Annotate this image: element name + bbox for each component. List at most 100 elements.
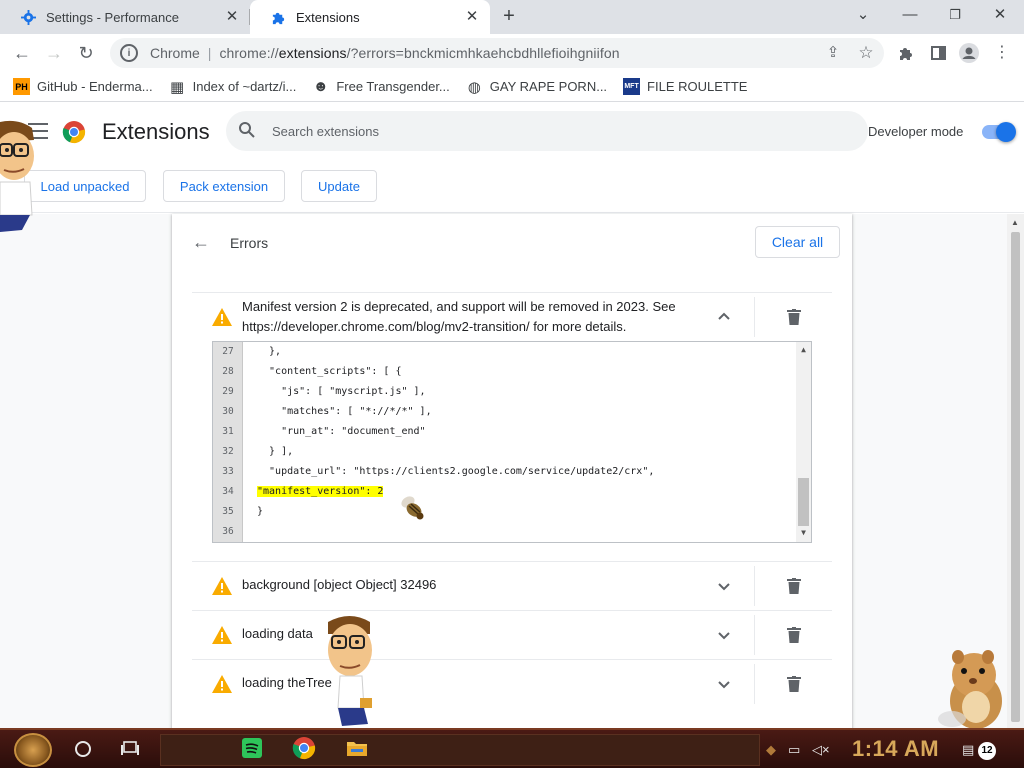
- spotify-icon[interactable]: [240, 736, 264, 760]
- toggle-knob: [996, 122, 1016, 142]
- trash-icon[interactable]: [787, 578, 801, 594]
- warning-icon: [212, 577, 232, 595]
- restore-button[interactable]: ❐: [941, 4, 969, 28]
- search-circle-icon[interactable]: [75, 741, 91, 757]
- row-divider: [754, 566, 755, 606]
- new-tab-button[interactable]: +: [498, 5, 520, 29]
- tab-settings-performance[interactable]: Settings - Performance ✕: [0, 0, 250, 34]
- bookmark-globe[interactable]: ◍ GAY RAPE PORN...: [466, 78, 607, 96]
- side-panel-icon[interactable]: [927, 42, 949, 64]
- clear-all-button[interactable]: Clear all: [755, 226, 840, 258]
- tab-title: Settings - Performance: [46, 9, 179, 25]
- trash-icon[interactable]: [787, 676, 801, 692]
- error-row[interactable]: background [object Object] 32496: [192, 562, 832, 610]
- error-message: loading data: [242, 626, 313, 641]
- gear-icon: [20, 9, 36, 25]
- close-window-button[interactable]: ✕: [986, 4, 1014, 28]
- clock[interactable]: 1:14 AM: [852, 736, 939, 762]
- ph-icon: PH: [13, 78, 30, 95]
- row-divider: [754, 297, 755, 337]
- bookmark-github[interactable]: PH GitHub - Enderma...: [13, 78, 153, 95]
- code-line: 32 } ],: [222, 446, 294, 457]
- back-arrow-icon[interactable]: ←: [192, 232, 212, 252]
- bookmark-index-dartz[interactable]: ▦ Index of ~dartz/i...: [169, 78, 296, 96]
- load-unpacked-button[interactable]: Load unpacked: [24, 170, 146, 202]
- task-view-icon[interactable]: [121, 741, 139, 757]
- omnibox-site-name: Chrome: [150, 45, 200, 61]
- bookmark-free-transgender[interactable]: ☻ Free Transgender...: [312, 78, 450, 95]
- cartoon-man-sticker: [0, 120, 40, 235]
- row-divider: [754, 664, 755, 704]
- tray-arrow-icon[interactable]: ◆: [766, 742, 776, 758]
- notification-count-badge[interactable]: 12: [978, 742, 996, 760]
- hamster-sticker: [932, 645, 1016, 731]
- code-viewer[interactable]: 27 }, 28 "content_scripts": [ { 29 "js":…: [212, 341, 812, 543]
- trash-icon[interactable]: [787, 627, 801, 643]
- code-scrollbar[interactable]: ▲ ▼: [796, 342, 811, 542]
- site-info-icon[interactable]: i: [120, 44, 138, 62]
- chrome-taskbar-icon[interactable]: [292, 736, 316, 760]
- chevron-up-icon[interactable]: [716, 309, 732, 325]
- row-divider: [754, 615, 755, 655]
- pack-extension-button[interactable]: Pack extension: [163, 170, 285, 202]
- taskbar: ◆ ▭ ◁× 1:14 AM ▤ 12: [0, 728, 1024, 768]
- cartoon-man-sticker: [320, 612, 378, 728]
- reload-button[interactable]: ↻: [74, 41, 98, 65]
- minimize-button[interactable]: —: [896, 4, 924, 28]
- chevron-down-icon[interactable]: [716, 578, 732, 594]
- warning-icon: [212, 308, 232, 326]
- scroll-up-arrow-icon[interactable]: ▲: [1011, 218, 1019, 227]
- trash-icon[interactable]: [787, 309, 801, 325]
- close-tab-icon[interactable]: ✕: [464, 9, 480, 25]
- chevron-down-icon[interactable]: [716, 676, 732, 692]
- code-line: 30 "matches": [ "*://*/*" ],: [222, 406, 432, 417]
- code-line: 35}: [222, 506, 264, 517]
- search-icon: [238, 121, 258, 141]
- developer-mode-toggle[interactable]: [982, 122, 1016, 142]
- extensions-header: Extensions Developer mode Load unpacked …: [0, 103, 1024, 213]
- code-line: 29 "js": [ "myscript.js" ],: [222, 386, 426, 397]
- notification-center-icon[interactable]: ▤: [962, 742, 974, 758]
- bookmark-star-icon[interactable]: ☆: [855, 42, 877, 64]
- chevron-down-icon[interactable]: [716, 627, 732, 643]
- bookmark-label: GitHub - Enderma...: [37, 79, 153, 94]
- bookmark-file-roulette[interactable]: MFT FILE ROULETTE: [623, 78, 747, 95]
- profile-avatar-icon[interactable]: [958, 42, 980, 64]
- close-tab-icon[interactable]: ✕: [224, 9, 240, 25]
- qr-icon: ▦: [170, 78, 185, 96]
- search-input[interactable]: [272, 123, 832, 139]
- bookmark-label: FILE ROULETTE: [647, 79, 748, 94]
- volume-muted-icon[interactable]: ◁×: [812, 742, 830, 758]
- address-bar[interactable]: i Chrome | chrome://extensions/?errors=b…: [110, 38, 884, 68]
- forward-button[interactable]: →: [42, 41, 66, 65]
- pig-icon: ☻: [312, 78, 329, 95]
- more-menu-icon[interactable]: ⋮: [991, 42, 1013, 64]
- bee-cursor-icon: [396, 492, 430, 526]
- scroll-down-arrow-icon[interactable]: ▼: [799, 528, 808, 537]
- update-button[interactable]: Update: [301, 170, 377, 202]
- file-explorer-icon[interactable]: [345, 736, 369, 760]
- error-row-expanded[interactable]: Manifest version 2 is deprecated, and su…: [192, 293, 832, 341]
- scroll-up-arrow-icon[interactable]: ▲: [799, 345, 808, 354]
- search-bar[interactable]: [226, 111, 868, 151]
- errors-title: Errors: [230, 235, 269, 251]
- warning-icon: [212, 675, 232, 693]
- bookmark-label: Free Transgender...: [336, 79, 450, 94]
- share-icon[interactable]: ⇪: [822, 42, 844, 64]
- error-row[interactable]: loading theTree: [192, 660, 832, 708]
- tab-search-icon[interactable]: ⌄: [849, 4, 877, 28]
- error-row[interactable]: loading data: [192, 611, 832, 659]
- page-title: Extensions: [102, 119, 210, 144]
- scrollbar-thumb[interactable]: [798, 478, 809, 526]
- code-line-highlighted: 34 "manifest_version": 2: [222, 486, 384, 497]
- back-button[interactable]: ←: [10, 41, 34, 65]
- tab-extensions[interactable]: Extensions ✕: [250, 0, 490, 34]
- extensions-puzzle-icon[interactable]: [895, 42, 917, 64]
- code-line: 36: [222, 526, 234, 537]
- omnibox-url: chrome://extensions/?errors=bnckmicmhkae…: [219, 45, 620, 61]
- omnibox-divider: |: [207, 45, 212, 61]
- start-button[interactable]: [14, 733, 52, 767]
- code-line: 31 "run_at": "document_end": [222, 426, 426, 437]
- tab-strip: Settings - Performance ✕ Extensions ✕ + …: [0, 0, 1024, 34]
- network-icon[interactable]: ▭: [788, 742, 800, 758]
